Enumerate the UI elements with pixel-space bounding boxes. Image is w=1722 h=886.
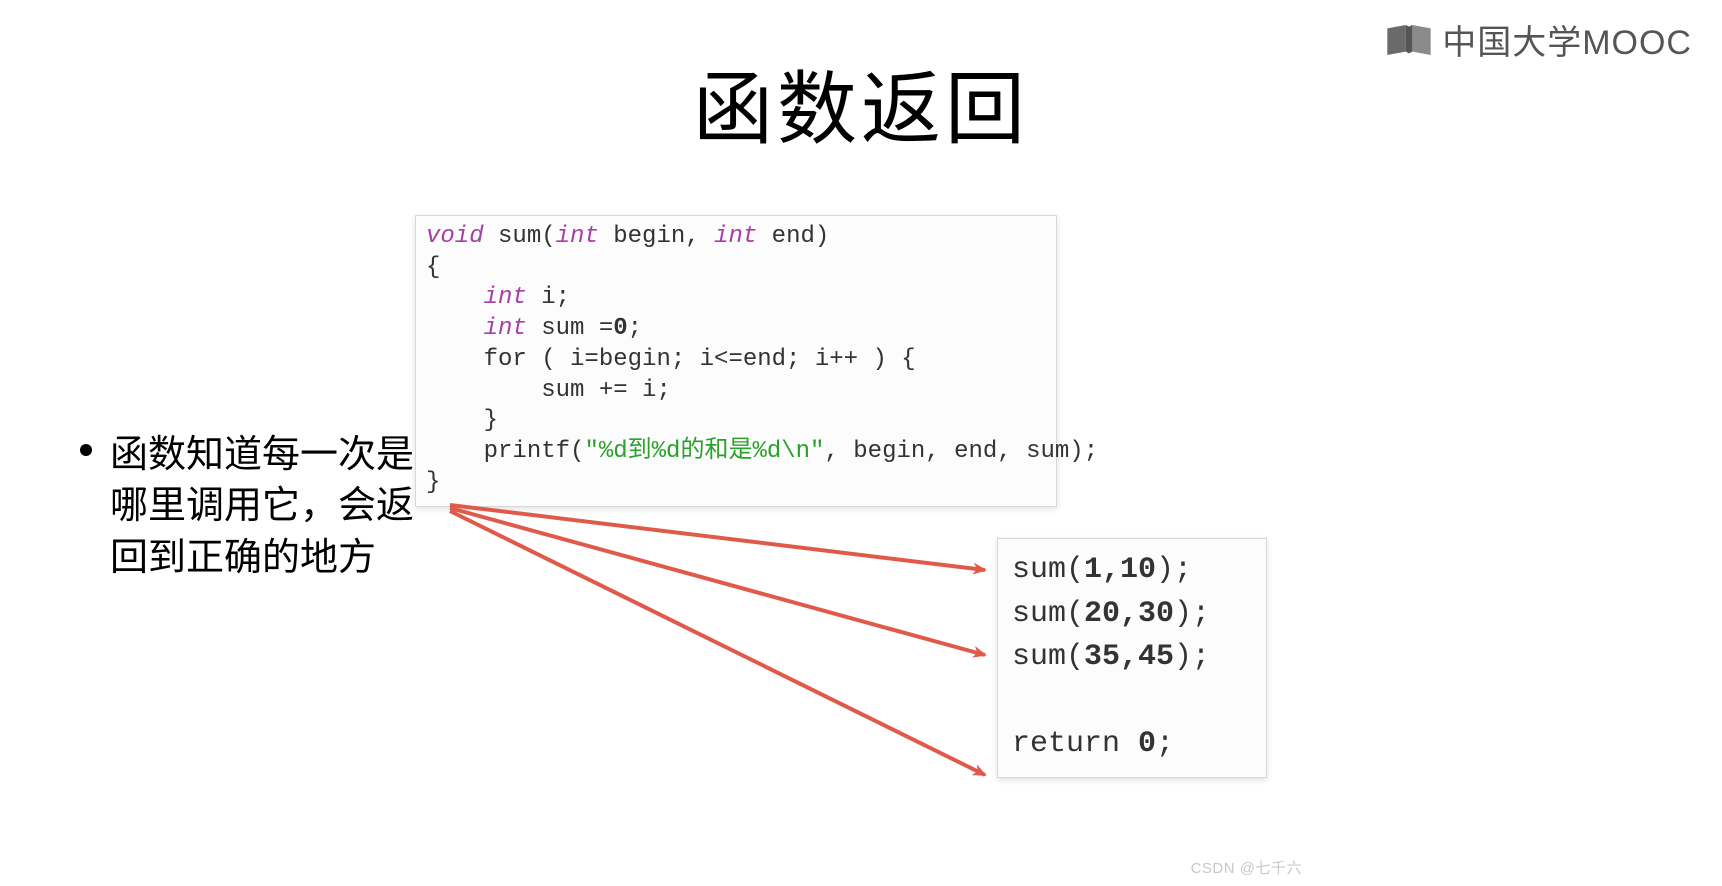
watermark: CSDN @七千六 [1191,857,1302,878]
kw-int: int [556,223,599,250]
printf-format-string: "%d到%d的和是%d\n" [584,438,824,465]
bullet-dot-icon [80,444,92,456]
kw-void: void [426,223,484,250]
kw-int: int [484,315,527,342]
code-calls-box: sum(1,10); sum(20,30); sum(35,45); retur… [997,538,1267,778]
slide-title: 函数返回 [0,45,1722,161]
kw-int: int [714,223,757,250]
kw-int: int [484,284,527,311]
arrow-to-sum1 [450,505,985,570]
bullet-point: 函数知道每一次是哪里调用它，会返回到正确的地方 [80,430,420,584]
arrow-to-sum2 [450,508,985,655]
code-definition-box: void sum(int begin, int end) { int i; in… [415,215,1057,507]
arrow-to-return [450,511,985,775]
bullet-text: 函数知道每一次是哪里调用它，会返回到正确的地方 [110,430,420,584]
